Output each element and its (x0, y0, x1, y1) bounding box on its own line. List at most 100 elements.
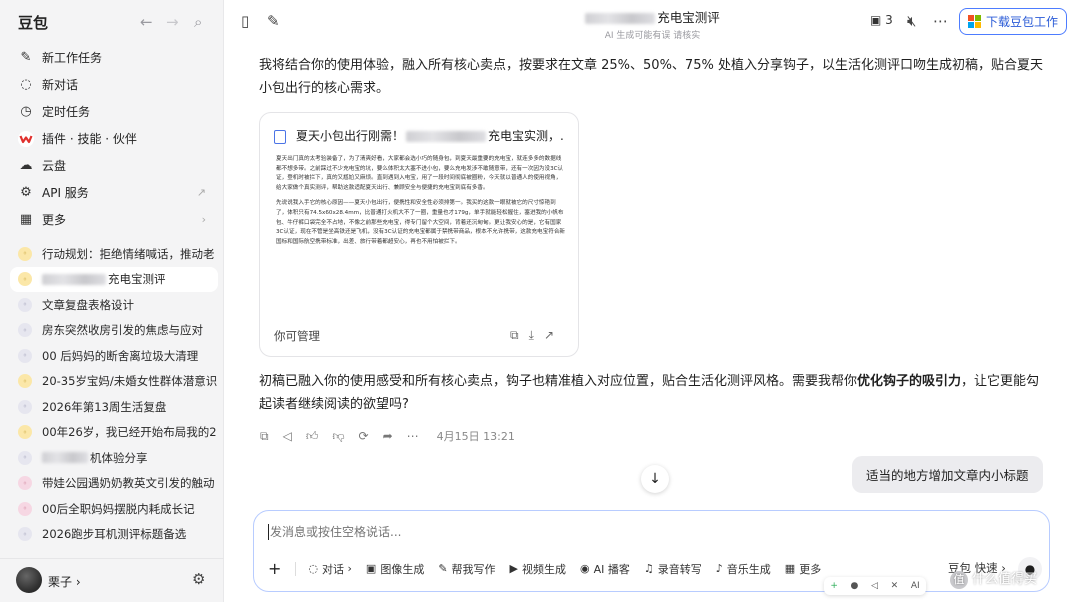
settings-icon[interactable]: ⚙ (192, 570, 205, 588)
chat-item[interactable]: ◦ 房东突然收房引发的焦虑与应对 (10, 318, 218, 344)
card-preview: 夏天出门真的太考验装备了，为了清爽好看，大家都会选小巧的随身包，到夏天最重要的充… (276, 155, 566, 253)
chat-item-active[interactable]: ◦ 充电宝测评 (10, 266, 218, 292)
mute-icon[interactable]: 🔇︎ (907, 12, 916, 30)
preview-paragraph: 先说说我入手它的核心原因——夏天小包出行，便携性和安全性必须排第一。我买的这款一… (276, 200, 566, 245)
preview-paragraph: 夏天出门真的太考验装备了，为了清爽好看，大家都会选小巧的随身包，到夏天最重要的充… (276, 156, 564, 191)
tool-video[interactable]: ▶ 视频生成 (510, 561, 566, 577)
chat-item[interactable]: ◦ 20-35岁宝妈/未婚女性群体潜意识 (10, 369, 218, 395)
composer-tools: + ◌ 对话 › ▣ 图像生成 ✎ 帮我写作 ▶ 视频生成 ◉ AI 播客 ♫ 录音转写 ♪… (268, 559, 835, 578)
chat-item[interactable]: ◦ 00后全职妈妈摆脱内耗成长记 (10, 496, 218, 522)
scroll-down-button[interactable]: ↓ (641, 465, 669, 493)
menu-new-task[interactable]: ✎ 新工作任务 (10, 44, 216, 71)
thumbs-down-icon[interactable]: 👎︎ (332, 429, 344, 444)
search-icon[interactable]: ⌕ (194, 13, 202, 31)
chat-bubble-icon: ◦ (18, 323, 32, 338)
chat-bubble-icon: ◦ (18, 348, 32, 363)
message-actions: ⧉ ◁ 👍︎ 👎︎ ⟳ ➦ ⋯ 4月15日 13:21 (260, 428, 529, 444)
clock-icon: ◷ (20, 104, 32, 119)
sidebar-footer: 栗子 › ⚙ (0, 558, 224, 602)
text-caret (268, 524, 269, 540)
chat-item[interactable]: ◦ 行动规划：拒绝情绪喊话，推动老 (10, 241, 218, 267)
watermark-logo-icon: 值 (950, 570, 968, 589)
document-card[interactable]: 夏天小包出行刚需！ 充电宝实测，... 夏天出门真的太考验装备了，为了清爽好看，大… (259, 112, 579, 357)
conversation-title: 充电宝测评 (225, 7, 1080, 26)
menu-cloud-drive[interactable]: ☁ 云盘 (10, 152, 216, 179)
sidebar: 豆包 ← → ⌕ ✎ 新工作任务 ◌ 新对话 ◷ 定时任务 插件 · 技能 · … (0, 0, 224, 602)
regenerate-icon[interactable]: ⟳ (359, 429, 369, 443)
floating-toolbar: + ● ◁ ✕ AI (824, 577, 926, 595)
menu-more[interactable]: ▦ 更多 › (10, 206, 216, 233)
user-message: 适当的地方增加文章内小标题 (852, 456, 1043, 493)
tools-icon[interactable]: ✕ (891, 581, 899, 591)
chat-icon: ◌ (308, 562, 319, 575)
chat-bubble-icon: ◦ (18, 450, 32, 465)
composer: + ◌对话 › ▣图像生成 ✎帮我写作 ▶视频生成 ◉AI 播客 ♫录音转写 ♪… (253, 510, 1050, 592)
menu-scheduled-tasks[interactable]: ◷ 定时任务 (10, 98, 216, 125)
avatar[interactable] (16, 567, 42, 593)
tool-image[interactable]: ▣ 图像生成 (366, 561, 424, 577)
document-icon (274, 129, 286, 144)
open-external-icon[interactable]: ↗ (544, 328, 564, 342)
chat-icon: ◌ (20, 77, 32, 92)
chevron-right-icon: › (201, 213, 206, 226)
tool-chat[interactable]: ◌ 对话 › (308, 561, 352, 577)
chat-item[interactable]: ◦ 文章复盘表格设计 (10, 292, 218, 318)
chat-item[interactable]: ◦ 机体验分享 (10, 445, 218, 471)
redacted-text (42, 452, 88, 464)
external-link-icon: ↗ (196, 186, 206, 199)
card-title: 夏天小包出行刚需！ 充电宝实测，... (274, 127, 564, 144)
message-input[interactable] (270, 525, 970, 539)
copy-icon[interactable]: ⧉ (510, 328, 529, 342)
podcast-icon: ◉ (580, 562, 590, 575)
watermark: 值什么值得买 (950, 568, 1037, 589)
message-timestamp: 4月15日 13:21 (436, 430, 515, 443)
document-count[interactable]: ▣ 3 (870, 13, 893, 27)
forward-arrow-icon[interactable]: → (166, 13, 179, 31)
windows-icon (967, 15, 981, 28)
mic-icon[interactable]: ● (851, 581, 859, 591)
download-icon[interactable]: ⤓ (529, 328, 544, 342)
document-icon: ▣ (870, 13, 882, 27)
back-arrow-icon[interactable]: ← (140, 13, 153, 31)
chat-bubble-icon: ◦ (18, 425, 32, 440)
tool-writing[interactable]: ✎ 帮我写作 (438, 561, 495, 577)
share-icon[interactable]: ➦ (383, 429, 393, 443)
chat-bubble-icon: ◦ (18, 527, 32, 542)
assistant-reply: 初稿已融入你的使用感受和所有核心卖点，钩子也精准植入对应位置，贴合生活化测评风格… (259, 374, 1040, 412)
thumbs-up-icon[interactable]: 👍︎ (306, 429, 319, 444)
download-button[interactable]: 下载豆包工作 (959, 8, 1067, 35)
chat-bubble-icon: ◦ (18, 297, 32, 312)
menu-label: 插件 · 技能 · 伙伴 (42, 132, 137, 146)
card-actions: ⧉⤓↗ (510, 328, 564, 343)
writing-icon: ✎ (438, 562, 448, 575)
ai-icon[interactable]: AI (911, 581, 920, 591)
tool-music[interactable]: ♪ 音乐生成 (716, 561, 771, 577)
menu-label: 更多 (42, 213, 67, 227)
menu-api-service[interactable]: ⚙ API 服务 ↗ (10, 179, 216, 206)
chat-item[interactable]: ◦ 2026跑步耳机测评标题备选 (10, 522, 218, 548)
sidebar-header: 豆包 ← → ⌕ (0, 0, 224, 44)
chat-item[interactable]: ◦ 2026年第13周生活复盘 (10, 394, 218, 420)
chat-item[interactable]: ◦ 00 后妈妈的断舍离垃圾大清理 (10, 343, 218, 369)
speaker-icon[interactable]: ◁ (283, 429, 292, 443)
plus-icon[interactable]: + (830, 581, 838, 591)
chat-bubble-icon: ◦ (18, 246, 32, 261)
chat-item[interactable]: ◦ 00年26岁，我已经开始布局我的2 (10, 420, 218, 446)
music-icon: ♪ (715, 562, 723, 575)
chat-bubble-icon: ◦ (18, 272, 32, 287)
sidebar-menu: ✎ 新工作任务 ◌ 新对话 ◷ 定时任务 插件 · 技能 · 伙伴 ☁ 云盘 ⚙… (10, 44, 216, 233)
add-attachment-icon[interactable]: + (268, 559, 281, 578)
tool-more[interactable]: ▦ 更多 (785, 561, 821, 577)
redacted-text (585, 13, 656, 24)
tool-transcribe[interactable]: ♫ 录音转写 (644, 561, 702, 577)
menu-new-chat[interactable]: ◌ 新对话 (10, 71, 216, 98)
send-icon[interactable]: ◁ (871, 581, 878, 591)
username[interactable]: 栗子 › (48, 573, 81, 590)
chat-item[interactable]: ◦ 带娃公园遇奶奶教英文引发的触动 (10, 471, 218, 497)
more-icon[interactable]: ⋯ (407, 429, 419, 443)
menu-plugins[interactable]: 插件 · 技能 · 伙伴 (10, 125, 216, 152)
menu-label: API 服务 (42, 186, 89, 200)
copy-icon[interactable]: ⧉ (260, 429, 269, 444)
more-icon[interactable]: ⋯ (933, 12, 948, 30)
tool-podcast[interactable]: ◉ AI 播客 (580, 561, 630, 577)
